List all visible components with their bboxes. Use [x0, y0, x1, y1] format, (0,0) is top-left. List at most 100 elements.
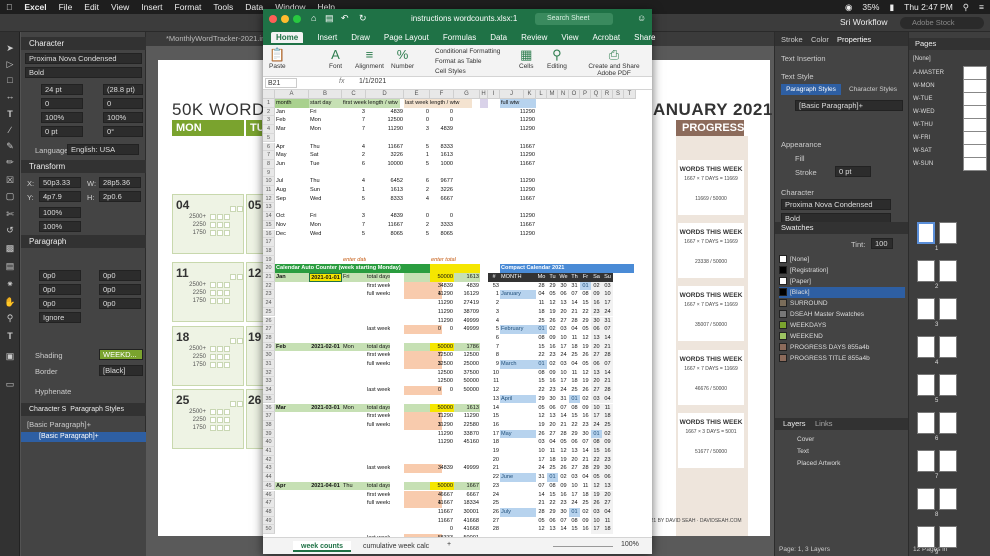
compact-day[interactable]: 06 — [591, 360, 602, 369]
cell-number[interactable]: 5 — [342, 195, 366, 204]
compact-day[interactable]: 05 — [536, 517, 547, 526]
left-indent-field[interactable]: 0p0 — [39, 270, 81, 281]
date-cell[interactable]: 2021-03-01 — [309, 403, 342, 413]
transform-y-field[interactable]: 4p7.9 — [39, 191, 81, 202]
tally-box[interactable] — [237, 206, 243, 212]
compact-week[interactable]: 9 — [488, 360, 500, 369]
tally-box[interactable] — [210, 362, 216, 368]
swatch-item[interactable]: [Paper] — [779, 276, 905, 287]
compact-day[interactable]: 04 — [536, 290, 547, 299]
tab-view[interactable]: View — [561, 33, 578, 42]
date-cell[interactable]: 2021-04-01 — [309, 481, 342, 491]
compact-day[interactable]: 21 — [602, 342, 613, 352]
page-thumb[interactable] — [939, 222, 957, 244]
row-header[interactable]: 6 — [263, 142, 275, 152]
compact-day[interactable]: 01 — [580, 281, 591, 291]
cell-number[interactable]: 0 — [430, 108, 454, 117]
row-header[interactable]: 12 — [263, 194, 275, 204]
tab-layers[interactable]: Layers — [783, 418, 806, 430]
cell-number[interactable]: 33870 — [454, 430, 480, 439]
compact-day[interactable]: 07 — [602, 325, 613, 334]
layer-text[interactable]: Text — [779, 446, 905, 457]
compact-day[interactable]: 03 — [591, 394, 602, 404]
compact-day[interactable]: 25 — [569, 386, 580, 395]
compact-day[interactable]: 28 — [602, 386, 613, 395]
menu-view[interactable]: View — [111, 2, 129, 12]
editing-button[interactable]: ⚲ Editing — [547, 47, 567, 70]
cells-button[interactable]: ▦ Cells — [519, 47, 533, 70]
compact-day[interactable]: 12 — [580, 369, 591, 378]
row-header[interactable]: 34 — [263, 386, 275, 395]
cell[interactable]: first week — [366, 351, 390, 360]
compact-day[interactable]: 05 — [558, 438, 569, 447]
page-thumb[interactable] — [939, 488, 957, 510]
cell[interactable]: start day — [309, 99, 342, 108]
compact-month[interactable]: February — [500, 325, 536, 334]
compact-day[interactable]: 17 — [591, 525, 602, 534]
compact-day[interactable]: 07 — [580, 438, 591, 447]
column-header[interactable]: E — [404, 90, 430, 99]
compact-header[interactable]: Mo — [536, 273, 547, 282]
compact-day[interactable]: 19 — [536, 421, 547, 430]
master-none[interactable]: [None] — [913, 56, 931, 62]
cell[interactable]: Apr — [275, 481, 309, 491]
compact-week[interactable]: 8 — [488, 351, 500, 360]
vertical-scale-field[interactable]: 100% — [41, 112, 83, 123]
page-thumb[interactable] — [917, 450, 935, 472]
compact-header[interactable]: Sa — [591, 273, 602, 282]
compact-day[interactable]: 08 — [547, 482, 558, 491]
compact-day[interactable]: 07 — [558, 404, 569, 413]
cell-number[interactable]: 11290 — [430, 317, 454, 326]
page-thumb[interactable] — [917, 222, 935, 244]
compact-day[interactable]: 03 — [591, 507, 602, 517]
row-header[interactable]: 10 — [263, 177, 275, 186]
compact-week[interactable]: 23 — [488, 482, 500, 491]
cell[interactable]: Apr — [275, 143, 309, 152]
compact-day[interactable]: 29 — [591, 464, 602, 474]
selection-tool-icon[interactable]: ➤ — [3, 42, 17, 54]
kerning-field[interactable]: 0 — [41, 98, 83, 109]
counter-title[interactable]: Calendar Auto Counter (week starting Mon… — [275, 264, 446, 273]
compact-day[interactable]: 14 — [536, 491, 547, 500]
cell[interactable]: full weeks — [366, 421, 390, 430]
menu-data[interactable]: Data — [245, 2, 263, 12]
cell-number[interactable]: 12500 — [430, 351, 454, 360]
compact-day[interactable]: 14 — [569, 299, 580, 308]
column-header[interactable]: P — [580, 90, 591, 99]
cell[interactable]: Jun — [275, 160, 309, 169]
home-icon[interactable]: ⌂ — [311, 13, 316, 23]
hand-tool-icon[interactable]: ✋ — [3, 296, 17, 308]
compact-day[interactable]: 16 — [602, 447, 613, 456]
tab-draw[interactable]: Draw — [351, 33, 370, 42]
row-header[interactable]: 47 — [263, 499, 275, 508]
compact-day[interactable]: 20 — [558, 308, 569, 317]
master-page-name[interactable]: W-SUN — [913, 161, 933, 167]
row-header[interactable]: 3 — [263, 116, 275, 126]
column-header[interactable]: N — [558, 90, 569, 99]
cell-number[interactable]: 7 — [342, 116, 366, 125]
compact-day[interactable]: 10 — [558, 369, 569, 378]
compact-day[interactable]: 03 — [558, 325, 569, 334]
compact-day[interactable]: 11 — [602, 516, 613, 526]
tab-review[interactable]: Review — [521, 33, 547, 42]
cell[interactable]: total days — [366, 481, 390, 491]
cell-styles-button[interactable]: Cell Styles — [435, 68, 466, 75]
workspace-switcher[interactable]: Sri Workflow — [840, 17, 888, 27]
spotlight-icon[interactable]: ⚲ — [963, 2, 969, 13]
compact-week[interactable]: 4 — [488, 317, 500, 326]
style-list-item[interactable]: [Basic Paragraph]+ — [21, 432, 146, 442]
compact-day[interactable]: 26 — [580, 386, 591, 395]
compact-day[interactable]: 22 — [591, 455, 602, 465]
compact-day[interactable]: 28 — [536, 508, 547, 517]
swatch-item[interactable]: PROGRESS DAYS 855a4b — [779, 342, 905, 353]
cell-number[interactable]: 12500 — [366, 116, 404, 125]
compact-day[interactable]: 04 — [569, 325, 580, 334]
compact-day[interactable]: 10 — [536, 447, 547, 456]
cell-number[interactable]: 11290 — [430, 421, 454, 430]
compact-day[interactable]: 13 — [569, 447, 580, 456]
cell[interactable]: Thu — [309, 177, 342, 186]
compact-day[interactable]: 13 — [602, 481, 613, 491]
row-header[interactable]: 18 — [263, 246, 275, 256]
compact-day[interactable]: 02 — [591, 281, 602, 291]
compact-day[interactable]: 01 — [536, 360, 547, 369]
